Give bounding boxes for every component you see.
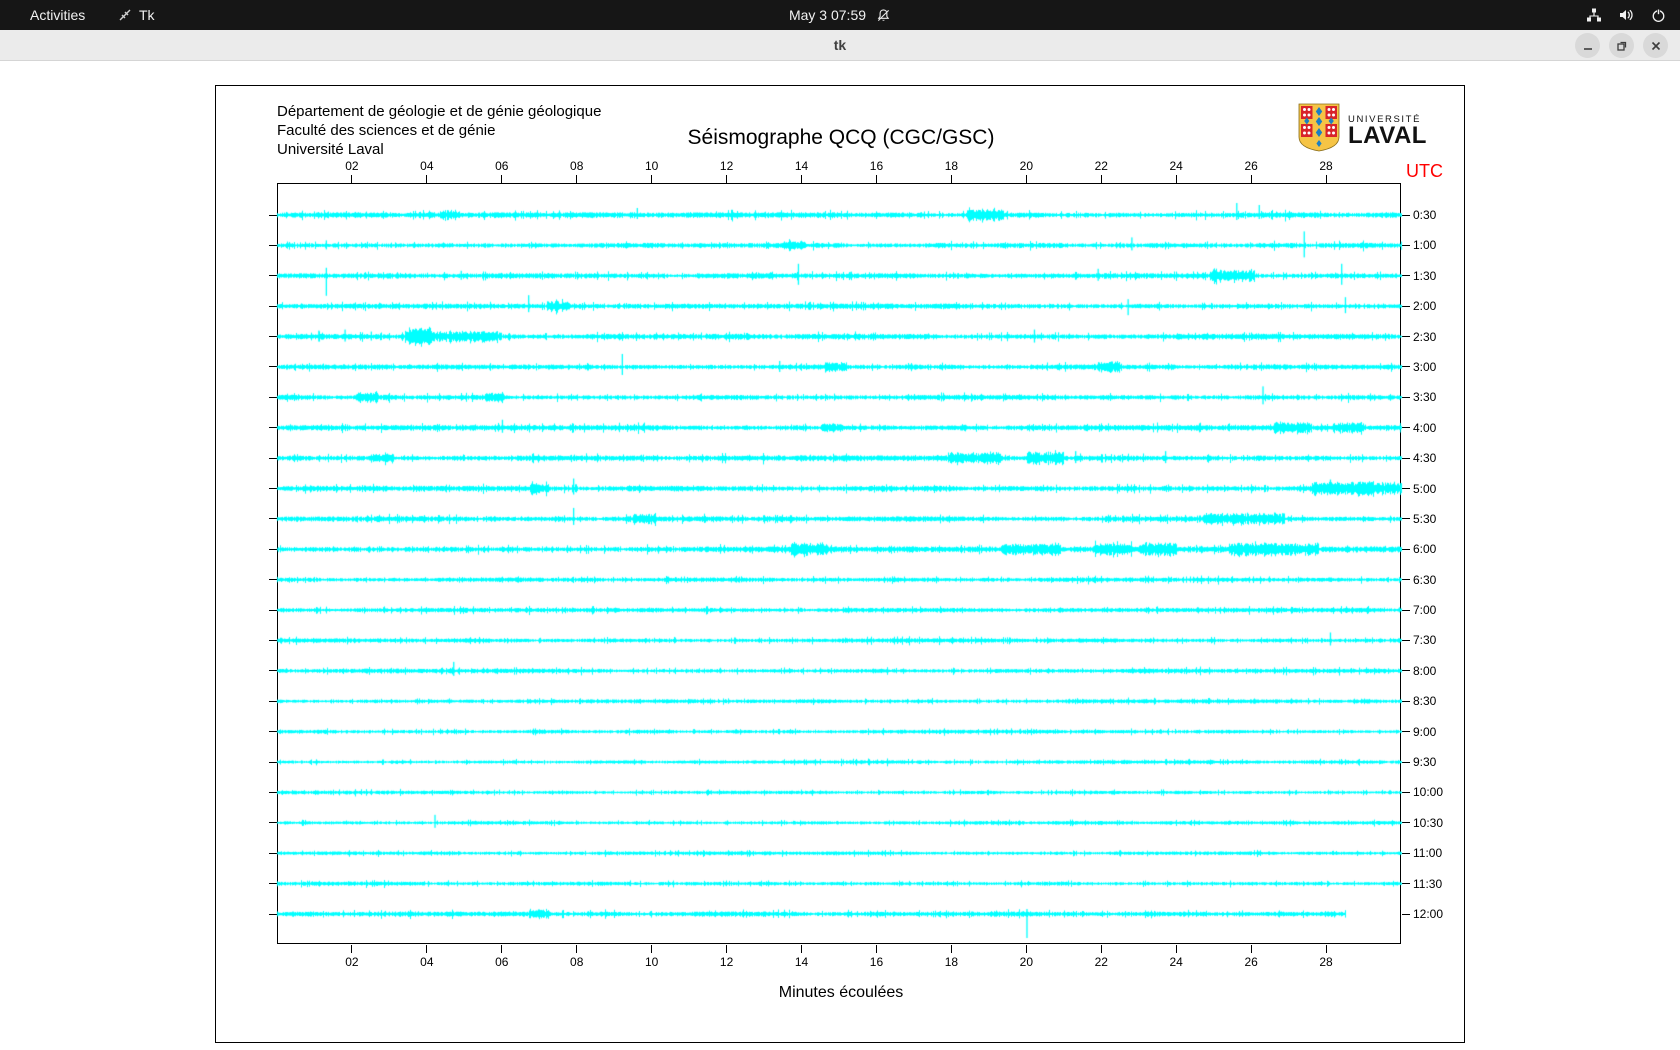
laval-shield-icon (1298, 103, 1340, 157)
trace-time-label: 9:00 (1413, 724, 1437, 739)
x-tick-label-top: 06 (495, 159, 509, 173)
tk-icon (118, 8, 132, 22)
app-menu[interactable]: Tk (108, 0, 165, 30)
window-title: tk (833, 37, 847, 53)
top-bar: Activities Tk May 3 07:59 (0, 0, 1680, 30)
trace-time-label: 4:00 (1413, 420, 1437, 435)
trace-time-label: 1:00 (1413, 238, 1437, 253)
trace-time-label: 10:00 (1413, 785, 1444, 800)
plot-title: Séismographe QCQ (CGC/GSC) (687, 126, 995, 149)
minimize-button[interactable] (1575, 33, 1600, 58)
x-tick-label-top: 28 (1319, 159, 1333, 173)
x-axis-title: Minutes écoulées (778, 984, 904, 1001)
trace-time-label: 1:30 (1413, 268, 1437, 283)
clock-label: May 3 07:59 (788, 7, 867, 23)
x-tick-label-top: 08 (570, 159, 584, 173)
universite-laval-logo: UNIVERSITÉ LAVAL (1298, 103, 1427, 157)
trace-time-label: 11:00 (1413, 846, 1443, 861)
x-tick-label-top: 14 (794, 159, 809, 173)
trace-time-label: 6:30 (1413, 572, 1437, 587)
logo-text-laval: LAVAL (1348, 121, 1427, 149)
trace-time-label: 2:30 (1413, 329, 1437, 344)
window-title-bar[interactable]: tk (0, 30, 1680, 61)
seismograph-canvas: Département de géologie et de génie géol… (215, 85, 1465, 1043)
x-tick-label-top: 18 (944, 159, 959, 173)
trace-time-label: 12:00 (1413, 907, 1444, 921)
x-tick-label-top: 10 (644, 159, 659, 173)
volume-icon (1618, 7, 1635, 23)
trace-time-label: 3:00 (1413, 359, 1437, 374)
trace-time-label: 11:30 (1413, 876, 1443, 891)
power-icon (1651, 8, 1666, 23)
app-menu-label: Tk (139, 7, 155, 23)
system-status-area[interactable] (1586, 0, 1666, 30)
network-wired-icon (1586, 7, 1602, 23)
trace-time-label: 3:30 (1413, 390, 1437, 405)
trace-time-label: 10:30 (1413, 815, 1444, 830)
trace-time-label: 7:30 (1413, 633, 1437, 648)
trace-time-label: 5:00 (1413, 481, 1437, 496)
x-tick-label-top: 22 (1094, 159, 1108, 173)
x-tick-label-top: 16 (869, 159, 884, 173)
trace-time-label: 7:00 (1413, 603, 1437, 618)
trace-time-label: 5:30 (1413, 511, 1437, 526)
trace-time-label: 9:30 (1413, 755, 1437, 770)
x-tick-label-top: 26 (1244, 159, 1258, 173)
trace-time-label: 4:30 (1413, 451, 1437, 466)
x-tick-label-top: 04 (420, 159, 434, 173)
trace-time-label: 8:30 (1413, 694, 1437, 709)
x-tick-label-top: 12 (719, 159, 734, 173)
notifications-disabled-icon (876, 8, 891, 23)
x-tick-label-top: 02 (345, 159, 359, 173)
maximize-button[interactable] (1609, 33, 1634, 58)
trace-time-label: 6:00 (1413, 542, 1437, 557)
x-tick-label-top: 24 (1169, 159, 1183, 173)
close-button[interactable] (1643, 33, 1668, 58)
x-tick-label-top: 20 (1019, 159, 1034, 173)
seismogram-traces (266, 174, 1416, 964)
clock-menu[interactable]: May 3 07:59 (789, 0, 891, 30)
activities-button[interactable]: Activities (18, 0, 97, 30)
trace-time-label: 8:00 (1413, 663, 1437, 678)
trace-time-label: 2:00 (1413, 299, 1437, 314)
trace-time-label: 0:30 (1413, 208, 1437, 222)
